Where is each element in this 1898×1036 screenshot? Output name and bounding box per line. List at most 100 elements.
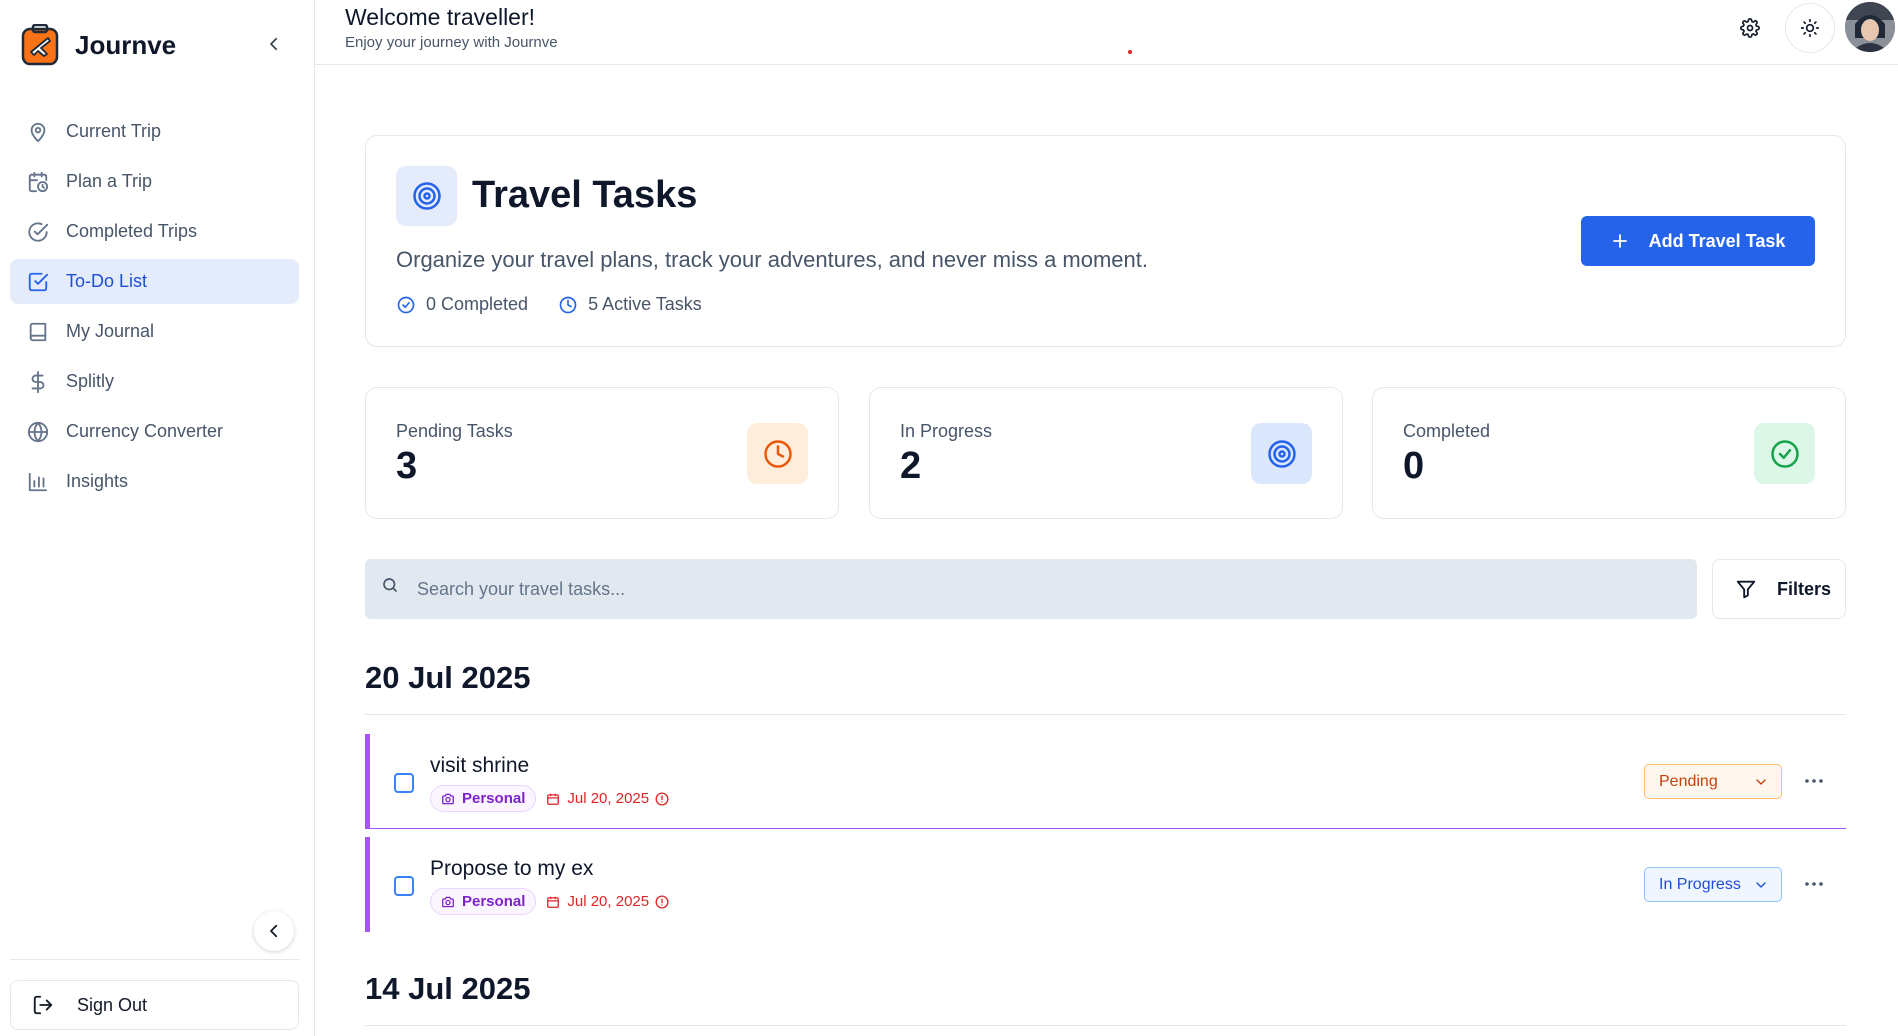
page-title: Travel Tasks: [472, 174, 698, 216]
top-header: Welcome traveller! Enjoy your journey wi…: [315, 0, 1898, 65]
category-label: Personal: [462, 893, 526, 910]
status-select[interactable]: In Progress: [1644, 867, 1782, 902]
task-title: visit shrine: [430, 754, 530, 777]
sidebar-item-to-do-list[interactable]: To-Do List: [10, 259, 299, 304]
check-circle-icon: [26, 220, 50, 244]
add-travel-task-label: Add Travel Task: [1648, 230, 1786, 251]
sidebar-item-my-journal[interactable]: My Journal: [10, 309, 299, 354]
sidebar-item-label: Completed Trips: [66, 221, 198, 241]
date-group-heading: 14 Jul 2025: [365, 971, 531, 1006]
hero-summary: 0 Completed 5 Active Tasks: [396, 294, 732, 315]
theme-toggle-button[interactable]: [1785, 3, 1835, 53]
collapse-sidebar-button[interactable]: [254, 911, 294, 951]
chevron-left-icon: [265, 922, 283, 940]
active-summary: 5 Active Tasks: [558, 294, 702, 315]
sidebar-item-completed-trips[interactable]: Completed Trips: [10, 209, 299, 254]
search-input[interactable]: [417, 578, 1617, 600]
sign-out-label: Sign Out: [77, 994, 148, 1015]
bar-chart-icon: [26, 470, 50, 494]
status-label: In Progress: [1659, 875, 1741, 893]
date-group-divider: [365, 1025, 1846, 1026]
brand-name: Journve: [75, 29, 177, 60]
welcome-subtitle: Enjoy your journey with Journve: [345, 34, 558, 51]
due-date: Jul 20, 2025: [546, 893, 670, 910]
welcome-title: Welcome traveller!: [345, 4, 536, 30]
sidebar-item-label: To-Do List: [66, 271, 148, 291]
add-travel-task-button[interactable]: Add Travel Task: [1581, 216, 1815, 266]
task-row[interactable]: visit shrine Personal Jul 20, 2025 Pendi…: [365, 734, 1846, 829]
task-title: Propose to my ex: [430, 857, 594, 880]
sidebar-item-current-trip[interactable]: Current Trip: [10, 109, 299, 154]
alert-circle-icon: [655, 791, 670, 806]
more-options-icon[interactable]: [1800, 769, 1828, 793]
gear-icon: [1740, 18, 1760, 38]
search-icon: [381, 574, 403, 596]
date-group-heading: 20 Jul 2025: [365, 660, 531, 695]
filters-button[interactable]: Filters: [1712, 559, 1846, 619]
notification-dot: [1128, 50, 1132, 54]
due-date-label: Jul 20, 2025: [567, 893, 650, 910]
status-label: Pending: [1659, 772, 1718, 790]
avatar[interactable]: [1845, 2, 1895, 52]
filters-label: Filters: [1777, 578, 1832, 599]
status-select[interactable]: Pending: [1644, 764, 1782, 799]
globe-icon: [26, 420, 50, 444]
task-meta: Personal Jul 20, 2025: [430, 785, 670, 812]
alert-circle-icon: [655, 894, 670, 909]
sidebar-item-splitly[interactable]: Splitly: [10, 359, 299, 404]
chevron-down-icon: [1753, 774, 1769, 790]
sidebar-item-label: Plan a Trip: [66, 171, 153, 191]
camera-icon: [441, 791, 456, 806]
target-icon: [396, 166, 457, 226]
log-out-icon: [31, 993, 55, 1017]
brand[interactable]: Journve: [20, 23, 176, 67]
sidebar: Journve Current Trip Plan a Trip Complet…: [0, 0, 315, 1036]
pending-tasks-card: Pending Tasks 3: [365, 387, 839, 519]
target-icon: [1251, 423, 1312, 484]
clock-icon: [747, 423, 808, 484]
check-circle-icon: [396, 295, 416, 315]
category-label: Personal: [462, 790, 526, 807]
camera-icon: [441, 894, 456, 909]
sidebar-item-currency-converter[interactable]: Currency Converter: [10, 409, 299, 454]
task-checkbox[interactable]: [394, 876, 414, 896]
settings-button[interactable]: [1725, 3, 1775, 53]
book-icon: [26, 320, 50, 344]
travel-tasks-hero: Travel Tasks Organize your travel plans,…: [365, 135, 1846, 347]
category-tag: Personal: [430, 888, 537, 915]
completed-summary: 0 Completed: [396, 294, 528, 315]
calendar-clock-icon: [26, 170, 50, 194]
stat-label: In Progress: [900, 421, 993, 441]
due-date: Jul 20, 2025: [546, 790, 670, 807]
stat-value: 0: [1403, 445, 1425, 487]
sidebar-divider: [10, 959, 299, 960]
clock-icon: [558, 295, 578, 315]
sidebar-item-label: Currency Converter: [66, 421, 224, 441]
sign-out-button[interactable]: Sign Out: [10, 980, 299, 1030]
sidebar-item-label: Insights: [66, 471, 129, 491]
sidebar-item-label: Splitly: [66, 371, 115, 391]
more-options-icon[interactable]: [1800, 872, 1828, 896]
stat-label: Completed: [1403, 421, 1491, 441]
stat-label: Pending Tasks: [396, 421, 513, 441]
sidebar-item-label: Current Trip: [66, 121, 162, 141]
sidebar-item-insights[interactable]: Insights: [10, 459, 299, 504]
task-row[interactable]: Propose to my ex Personal Jul 20, 2025 I…: [365, 837, 1846, 932]
sun-icon: [1800, 18, 1820, 38]
check-square-icon: [26, 270, 50, 294]
in-progress-card: In Progress 2: [869, 387, 1343, 519]
task-checkbox[interactable]: [394, 773, 414, 793]
check-circle-icon: [1754, 423, 1815, 484]
sidebar-nav: Current Trip Plan a Trip Completed Trips…: [10, 109, 299, 509]
filter-icon: [1735, 577, 1759, 601]
chevron-down-icon: [1753, 877, 1769, 893]
due-date-label: Jul 20, 2025: [567, 790, 650, 807]
map-pin-icon: [26, 120, 50, 144]
stat-value: 2: [900, 445, 922, 487]
active-summary-label: 5 Active Tasks: [588, 294, 702, 314]
dollar-icon: [26, 370, 50, 394]
plus-icon: [1611, 232, 1629, 250]
calendar-icon: [546, 894, 561, 909]
collapse-sidebar-icon[interactable]: [262, 32, 286, 56]
sidebar-item-plan-a-trip[interactable]: Plan a Trip: [10, 159, 299, 204]
